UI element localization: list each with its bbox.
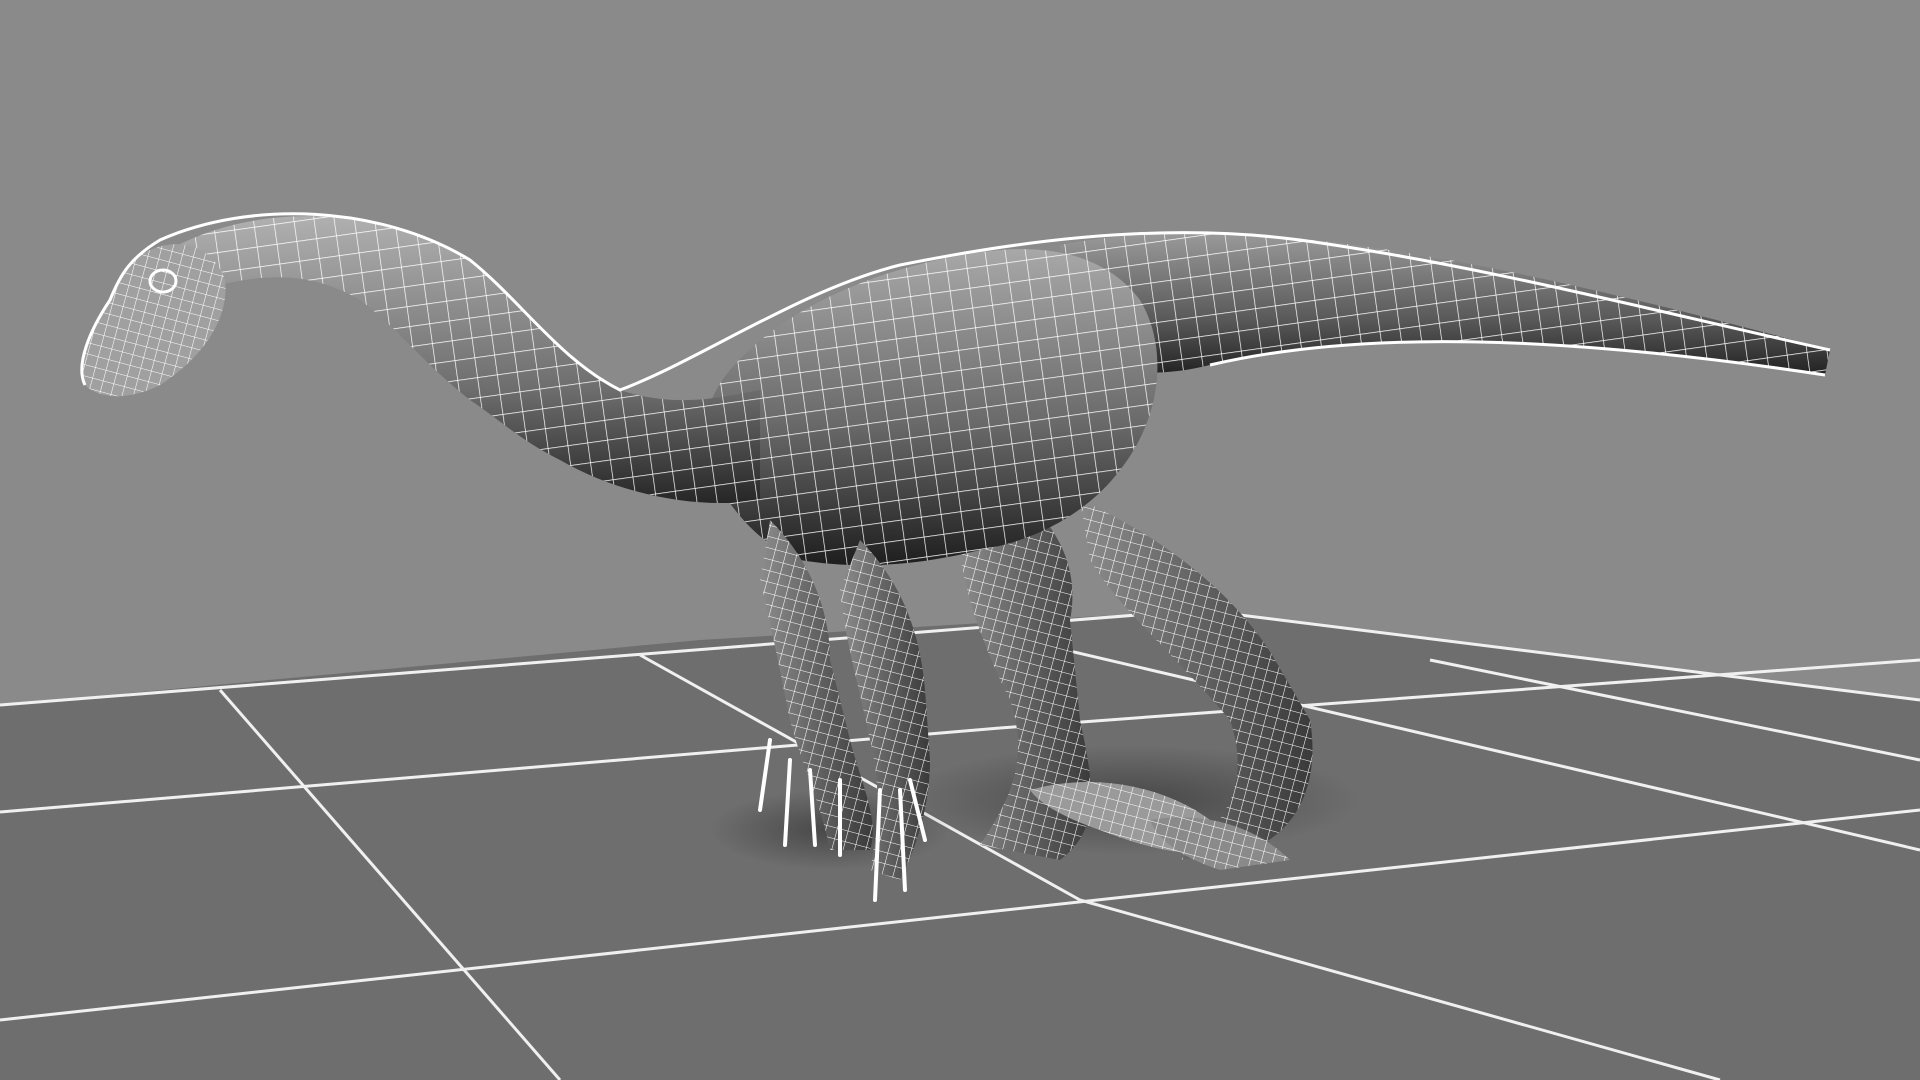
3d-viewport[interactable] (0, 0, 1920, 1080)
scene-canvas[interactable] (0, 0, 1920, 1080)
